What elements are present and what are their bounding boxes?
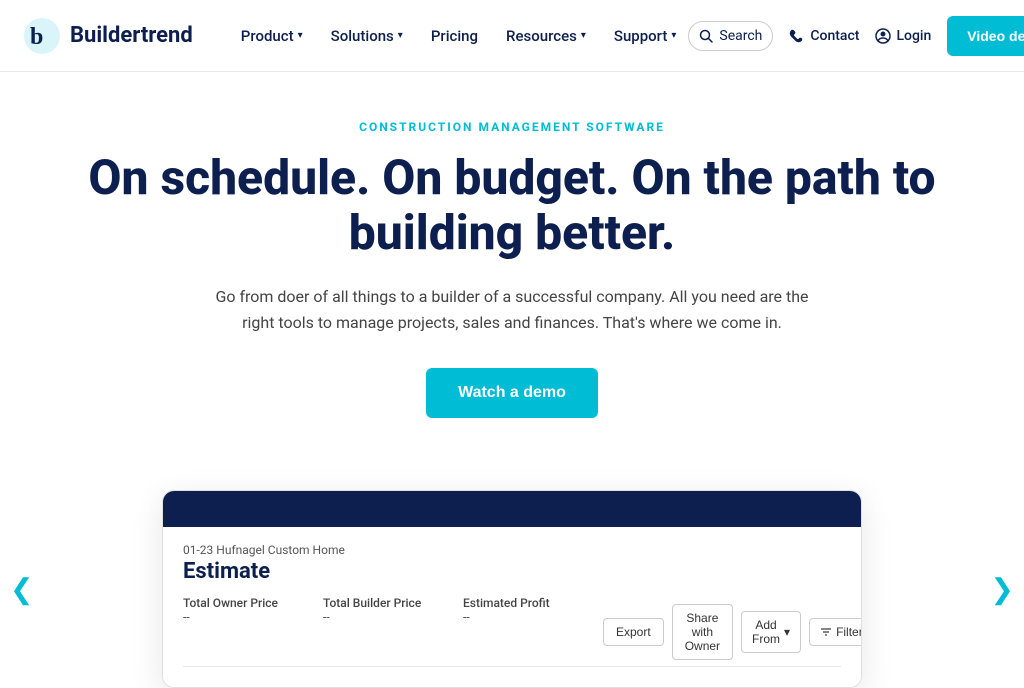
right-arrow-icon[interactable]: ❯: [991, 572, 1014, 605]
app-body: 01-23 Hufnagel Custom Home Estimate Tota…: [163, 527, 861, 687]
search-button[interactable]: Search: [688, 21, 773, 51]
chevron-down-icon: ▾: [581, 30, 586, 41]
svg-text:b: b: [30, 24, 43, 50]
nav-product[interactable]: Product ▾: [229, 19, 315, 53]
nav-resources[interactable]: Resources ▾: [494, 19, 598, 53]
nav-solutions[interactable]: Solutions ▾: [319, 19, 415, 53]
filter-button[interactable]: Filter: [809, 618, 862, 646]
share-owner-button[interactable]: Share with Owner: [672, 604, 733, 660]
main-nav: b Buildertrend Product ▾ Solutions ▾ Pri…: [0, 0, 1024, 72]
app-actions: Export Share with Owner Add From ▾ Filte…: [603, 604, 862, 660]
col1-header: Total Owner Price: [183, 596, 323, 610]
left-arrow-icon[interactable]: ❮: [10, 572, 33, 605]
doc-title: Estimate: [183, 559, 841, 584]
preview-wrapper: ❮ 01-23 Hufnagel Custom Home Estimate To…: [0, 490, 1024, 688]
nav-support[interactable]: Support ▾: [602, 19, 689, 53]
add-from-button[interactable]: Add From ▾: [741, 611, 801, 653]
nav-links: Product ▾ Solutions ▾ Pricing Resources …: [229, 19, 689, 53]
user-icon: [875, 28, 891, 44]
search-icon: [699, 29, 713, 43]
hero-heading: On schedule. On budget. On the path to b…: [82, 150, 942, 260]
col2: Total Builder Price --: [323, 596, 463, 660]
app-header-bar: [163, 491, 861, 527]
hero-section: CONSTRUCTION MANAGEMENT SOFTWARE On sche…: [62, 72, 962, 450]
project-name: 01-23 Hufnagel Custom Home: [183, 543, 841, 557]
col3: Estimated Profit --: [463, 596, 603, 660]
app-preview: 01-23 Hufnagel Custom Home Estimate Tota…: [162, 490, 862, 688]
col1-value: --: [183, 610, 323, 624]
logo-text: Buildertrend: [70, 23, 193, 48]
chevron-down-icon: ▾: [298, 30, 303, 41]
logo-icon: b: [24, 18, 60, 54]
col3-value: --: [463, 610, 603, 624]
col1: Total Owner Price --: [183, 596, 323, 660]
demo-button[interactable]: Video demo – see it now: [947, 16, 1024, 56]
hero-subtext: Go from doer of all things to a builder …: [202, 284, 822, 335]
export-button[interactable]: Export: [603, 618, 664, 646]
login-link[interactable]: Login: [875, 28, 931, 44]
chevron-down-icon: ▾: [671, 30, 676, 41]
nav-pricing[interactable]: Pricing: [419, 19, 490, 53]
hero-tag: CONSTRUCTION MANAGEMENT SOFTWARE: [82, 120, 942, 134]
filter-icon: [820, 626, 832, 638]
col2-header: Total Builder Price: [323, 596, 463, 610]
watch-demo-button[interactable]: Watch a demo: [426, 368, 598, 418]
phone-icon: [789, 28, 805, 44]
nav-right: Search Contact Login Video demo – see it…: [688, 8, 1024, 64]
chevron-down-icon: ▾: [784, 625, 790, 639]
col3-header: Estimated Profit: [463, 596, 603, 610]
col2-value: --: [323, 610, 463, 624]
logo-link[interactable]: b Buildertrend: [24, 18, 193, 54]
estimate-columns: Total Owner Price -- Total Builder Price…: [183, 596, 841, 667]
chevron-down-icon: ▾: [398, 30, 403, 41]
contact-link[interactable]: Contact: [789, 28, 859, 44]
